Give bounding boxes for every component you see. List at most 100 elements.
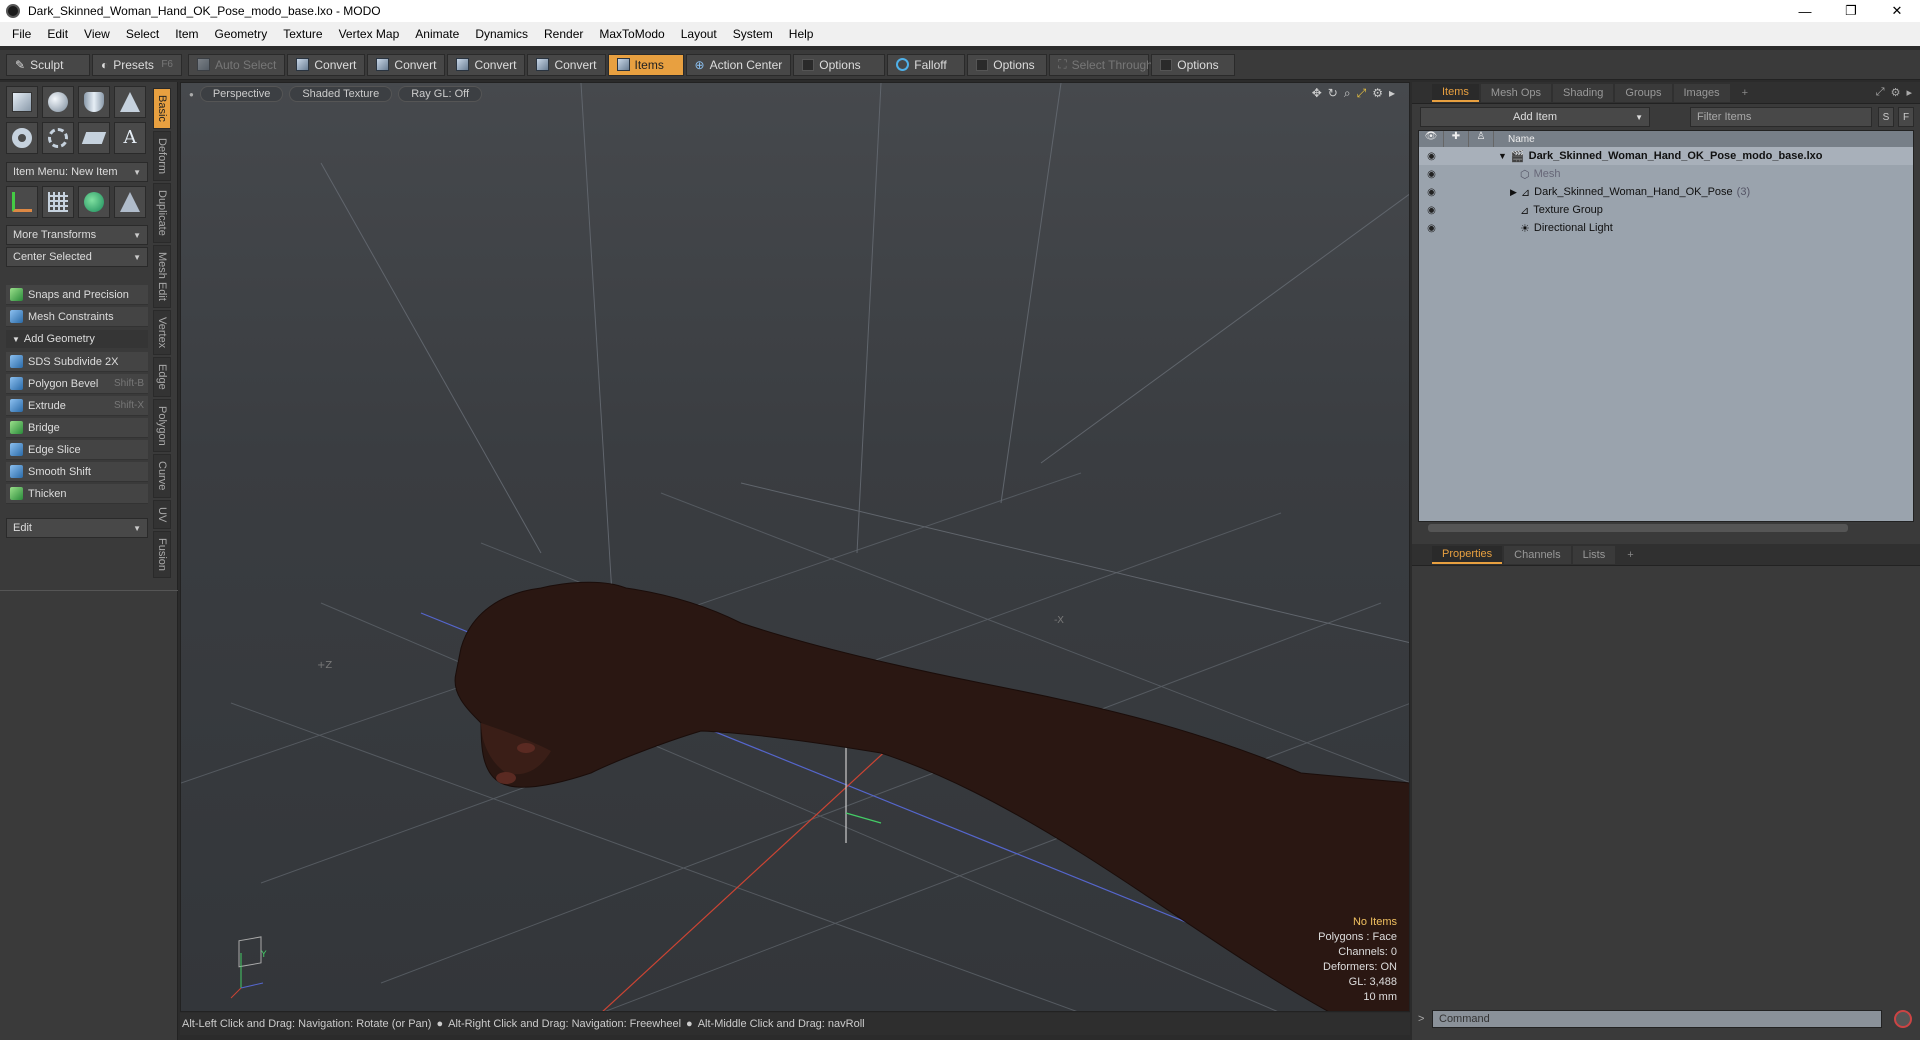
tab-fusion[interactable]: Fusion bbox=[153, 531, 171, 579]
eye-icon[interactable]: ◉ bbox=[1419, 187, 1444, 198]
thicken-button[interactable]: Thicken bbox=[6, 484, 148, 504]
tab-duplicate[interactable]: Duplicate bbox=[153, 182, 171, 243]
smooth-shift-button[interactable]: Smooth Shift bbox=[6, 462, 148, 482]
pan-icon[interactable]: ✥ bbox=[1312, 86, 1322, 101]
tab-mesh-ops[interactable]: Mesh Ops bbox=[1480, 83, 1552, 102]
mesh-constraints-button[interactable]: Mesh Constraints bbox=[6, 307, 148, 327]
convert-polygons-button[interactable]: Convert bbox=[447, 53, 526, 76]
tab-deform[interactable]: Deform bbox=[153, 130, 171, 181]
add-tab-icon[interactable]: + bbox=[1617, 546, 1643, 564]
add-item-dropdown[interactable]: Add Item ▼ bbox=[1420, 107, 1650, 127]
item-menu-dropdown[interactable]: Item Menu: New Item ▼ bbox=[6, 162, 148, 182]
list-item-hand-group[interactable]: ◉ ▶ ⊿ Dark_Skinned_Woman_Hand_OK_Pose (3… bbox=[1419, 183, 1913, 201]
tab-edge[interactable]: Edge bbox=[153, 356, 171, 397]
maximize-icon[interactable]: ⤢ bbox=[1876, 86, 1885, 99]
menu-dynamics[interactable]: Dynamics bbox=[467, 22, 536, 46]
action-center-options-button[interactable]: Options bbox=[793, 53, 886, 76]
viewport-menu-icon[interactable]: ● bbox=[189, 90, 194, 99]
raygl-button[interactable]: Ray GL: Off bbox=[398, 86, 483, 102]
cube-tool-button[interactable] bbox=[6, 86, 38, 118]
grid-tool-button[interactable] bbox=[42, 186, 74, 218]
list-item-directional-light[interactable]: ◉ ☀ Directional Light bbox=[1419, 219, 1913, 237]
tab-items[interactable]: Items bbox=[1432, 83, 1479, 102]
filter-s-button[interactable]: S bbox=[1878, 107, 1894, 127]
menu-help[interactable]: Help bbox=[781, 22, 822, 46]
menu-view[interactable]: View bbox=[76, 22, 118, 46]
bridge-button[interactable]: Bridge bbox=[6, 418, 148, 438]
list-item-texture-group[interactable]: ◉ ⊿ Texture Group bbox=[1419, 201, 1913, 219]
tab-shading[interactable]: Shading bbox=[1553, 83, 1614, 102]
expand-triangle-icon[interactable]: ▼ bbox=[1498, 151, 1507, 161]
falloff-options-button[interactable]: Options bbox=[967, 53, 1048, 76]
tab-lists[interactable]: Lists bbox=[1572, 545, 1616, 564]
eye-icon[interactable]: ◉ bbox=[1419, 151, 1444, 162]
capsule-tool-button[interactable] bbox=[42, 122, 74, 154]
menu-geometry[interactable]: Geometry bbox=[207, 22, 276, 46]
select-through-button[interactable]: ⛶ Select Through bbox=[1049, 53, 1153, 76]
auto-select-button[interactable]: Auto Select bbox=[188, 53, 286, 76]
tab-properties[interactable]: Properties bbox=[1432, 545, 1503, 564]
menu-file[interactable]: File bbox=[4, 22, 39, 46]
cone-tool-button[interactable] bbox=[114, 86, 146, 118]
menu-maxtomodo[interactable]: MaxToModo bbox=[591, 22, 672, 46]
torus-tool-button[interactable] bbox=[6, 122, 38, 154]
tab-basic[interactable]: Basic bbox=[153, 88, 171, 129]
fit-icon[interactable]: ⤢ bbox=[1357, 86, 1367, 101]
transform-tool-button[interactable] bbox=[6, 186, 38, 218]
edge-slice-button[interactable]: Edge Slice bbox=[6, 440, 148, 460]
extrude-button[interactable]: Extrude Shift-X bbox=[6, 396, 148, 416]
menu-edit[interactable]: Edit bbox=[39, 22, 76, 46]
gear-icon[interactable]: ⚙ bbox=[1891, 86, 1901, 99]
tab-uv[interactable]: UV bbox=[153, 499, 171, 530]
3d-viewport[interactable]: +Z -X Y ● Perspective Shaded Texture Ray… bbox=[180, 82, 1410, 1012]
expand-triangle-icon[interactable]: ▶ bbox=[1510, 187, 1517, 198]
menu-texture[interactable]: Texture bbox=[275, 22, 330, 46]
eye-icon[interactable]: ◉ bbox=[1419, 205, 1444, 216]
menu-vertex-map[interactable]: Vertex Map bbox=[331, 22, 408, 46]
rotate-tool-button[interactable] bbox=[78, 186, 110, 218]
add-geometry-section[interactable]: ▼ Add Geometry bbox=[6, 330, 148, 348]
render-column-icon[interactable]: ♙ bbox=[1469, 131, 1494, 147]
sds-subdivide-button[interactable]: SDS Subdivide 2X bbox=[6, 352, 148, 372]
snaps-precision-button[interactable]: Snaps and Precision bbox=[6, 285, 148, 305]
expand-icon[interactable]: ▸ bbox=[1906, 86, 1912, 99]
scrollbar-thumb[interactable] bbox=[1428, 524, 1848, 532]
convert-vertices-button[interactable]: Convert bbox=[287, 53, 366, 76]
center-selected-dropdown[interactable]: Center Selected ▼ bbox=[6, 247, 148, 267]
tab-polygon[interactable]: Polygon bbox=[153, 398, 171, 453]
zoom-icon[interactable]: ⌕ bbox=[1344, 86, 1351, 101]
tab-mesh-edit[interactable]: Mesh Edit bbox=[153, 244, 171, 308]
action-center-button[interactable]: ⊕ Action Center bbox=[685, 53, 792, 76]
list-item-scene[interactable]: ◉ ▼ 🎬 Dark_Skinned_Woman_Hand_OK_Pose_mo… bbox=[1419, 147, 1913, 165]
eye-icon[interactable]: ◉ bbox=[1419, 223, 1444, 234]
restore-button[interactable]: ❐ bbox=[1828, 0, 1874, 22]
tab-vertex[interactable]: Vertex bbox=[153, 309, 171, 355]
rotate-icon[interactable]: ↻ bbox=[1328, 86, 1338, 101]
shading-mode-button[interactable]: Shaded Texture bbox=[289, 86, 393, 102]
menu-render[interactable]: Render bbox=[536, 22, 591, 46]
falloff-button[interactable]: Falloff bbox=[887, 53, 966, 76]
menu-animate[interactable]: Animate bbox=[407, 22, 467, 46]
menu-select[interactable]: Select bbox=[118, 22, 167, 46]
tab-curve[interactable]: Curve bbox=[153, 454, 171, 498]
items-mode-button[interactable]: Items bbox=[607, 53, 684, 76]
convert-edges-button[interactable]: Convert bbox=[367, 53, 446, 76]
more-transforms-dropdown[interactable]: More Transforms ▼ bbox=[6, 225, 148, 245]
items-horizontal-scrollbar[interactable] bbox=[1418, 522, 1914, 534]
tab-channels[interactable]: Channels bbox=[1504, 545, 1571, 564]
view-mode-button[interactable]: Perspective bbox=[199, 86, 284, 102]
filter-f-button[interactable]: F bbox=[1898, 107, 1914, 127]
add-tab-icon[interactable]: + bbox=[1732, 84, 1758, 102]
presets-button[interactable]: ◐ Presets F6 bbox=[92, 53, 182, 76]
sphere-tool-button[interactable] bbox=[42, 86, 74, 118]
polygon-bevel-button[interactable]: Polygon Bevel Shift-B bbox=[6, 374, 148, 394]
lock-column-icon[interactable]: ✚ bbox=[1444, 131, 1469, 147]
plane-tool-button[interactable] bbox=[78, 122, 110, 154]
expand-icon[interactable]: ▸ bbox=[1389, 86, 1395, 101]
close-button[interactable]: ✕ bbox=[1874, 0, 1920, 22]
edit-dropdown[interactable]: Edit ▼ bbox=[6, 518, 148, 538]
filter-items-input[interactable]: Filter Items bbox=[1690, 107, 1872, 127]
menu-item[interactable]: Item bbox=[167, 22, 206, 46]
command-history-button[interactable] bbox=[1894, 1010, 1912, 1028]
eye-icon[interactable]: ◉ bbox=[1419, 169, 1444, 180]
